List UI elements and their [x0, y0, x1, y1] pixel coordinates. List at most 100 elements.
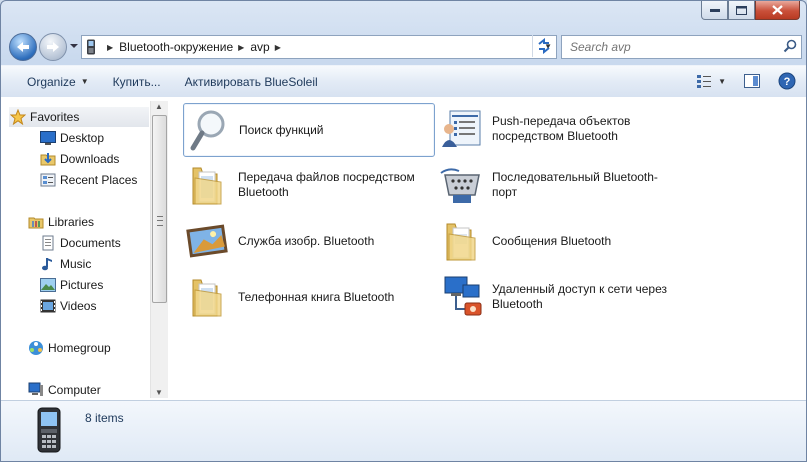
close-button[interactable]	[755, 1, 800, 20]
nav-libraries[interactable]: Libraries	[27, 212, 94, 232]
phone-device-icon	[37, 407, 61, 453]
tile-label: Сообщения Bluetooth	[492, 233, 612, 248]
nav-videos[interactable]: Videos	[39, 296, 96, 316]
nav-music[interactable]: Music	[39, 254, 91, 274]
homegroup-icon	[27, 340, 45, 356]
tile-messages[interactable]: Сообщения Bluetooth	[437, 215, 687, 267]
breadcrumb-separator[interactable]: ▶	[233, 43, 250, 52]
search-icon[interactable]	[783, 39, 797, 53]
view-dropdown-icon[interactable]: ▼	[718, 77, 726, 86]
refresh-icon	[538, 38, 550, 54]
tile-service-search[interactable]: Поиск функций	[183, 103, 435, 157]
nav-documents[interactable]: Documents	[39, 233, 121, 253]
tile-dialup-network[interactable]: Удаленный доступ к сети через Bluetooth	[437, 271, 687, 323]
maximize-button[interactable]	[728, 1, 755, 20]
downloads-icon	[39, 151, 57, 167]
tile-phonebook[interactable]: Телефонная книга Bluetooth	[183, 271, 433, 323]
forward-arrow-icon	[47, 42, 59, 52]
tile-label: Телефонная книга Bluetooth	[238, 289, 395, 304]
magnifier-icon	[184, 104, 234, 156]
folder-icon	[437, 215, 487, 267]
toolbar-right-group: ▼ ?	[682, 72, 796, 90]
search-input[interactable]	[568, 39, 772, 55]
preview-pane-button[interactable]	[744, 74, 760, 88]
refresh-button[interactable]	[532, 35, 555, 57]
help-icon: ?	[778, 72, 796, 90]
preview-pane-icon	[744, 74, 760, 88]
tile-label: Передача файлов посредством Bluetooth	[238, 170, 415, 199]
explorer-window: ▶ Bluetooth-окружение ▶ avp ▶ ▼ Organize…	[0, 0, 807, 462]
serial-port-icon	[437, 159, 487, 211]
breadcrumb-separator[interactable]: ▶	[102, 43, 119, 52]
nav-favorites[interactable]: Favorites	[9, 107, 149, 127]
nav-downloads[interactable]: Downloads	[39, 149, 119, 169]
tile-label: Служба изобр. Bluetooth	[238, 233, 375, 248]
svg-text:?: ?	[784, 76, 791, 88]
scroll-down-icon[interactable]: ▼	[155, 388, 163, 397]
recent-pages-dropdown-icon[interactable]	[69, 41, 79, 51]
search-box[interactable]	[561, 35, 802, 59]
caption-buttons	[701, 1, 800, 20]
status-bar: 8 items	[1, 400, 806, 461]
documents-icon	[39, 235, 57, 251]
nav-computer-label: Computer	[48, 383, 101, 397]
star-icon	[9, 109, 27, 125]
libraries-icon	[27, 214, 45, 230]
nav-pane-scrollbar[interactable]: ▲ ▼	[150, 101, 168, 398]
buy-button[interactable]: Купить...	[101, 66, 173, 97]
organize-label: Organize	[27, 74, 76, 89]
tile-file-transfer[interactable]: Передача файлов посредством Bluetooth	[183, 159, 433, 211]
image-service-icon	[183, 215, 233, 267]
change-view-button[interactable]: ▼	[696, 74, 726, 88]
file-list: Поиск функций Push-передача объектов пос…	[173, 97, 806, 400]
push-object-icon	[437, 103, 487, 155]
nav-homegroup[interactable]: Homegroup	[27, 338, 111, 358]
recent-places-icon	[39, 172, 57, 188]
back-arrow-icon	[17, 42, 29, 52]
address-bar[interactable]: ▶ Bluetooth-окружение ▶ avp ▶ ▼	[81, 35, 557, 59]
activate-label: Активировать BlueSoleil	[184, 74, 318, 89]
maximize-icon	[736, 5, 747, 15]
nav-pictures-label: Pictures	[60, 278, 104, 292]
nav-desktop-label: Desktop	[60, 131, 105, 145]
nav-computer[interactable]: Computer	[27, 380, 101, 398]
close-icon	[772, 5, 783, 15]
chevron-down-icon: ▼	[80, 77, 89, 86]
nav-downloads-label: Downloads	[60, 152, 120, 166]
tile-label: Push-передача объектов посредством Bluet…	[492, 114, 631, 143]
dialup-network-icon	[437, 271, 487, 323]
tile-label: Поиск функций	[239, 122, 324, 137]
organize-button[interactable]: Organize ▼	[1, 66, 101, 97]
nav-libraries-label: Libraries	[48, 215, 95, 229]
help-button[interactable]: ?	[778, 72, 796, 90]
breadcrumb-separator[interactable]: ▶	[270, 43, 287, 52]
forward-button[interactable]	[39, 33, 67, 61]
minimize-button[interactable]	[701, 1, 728, 20]
breadcrumb-avp[interactable]: avp	[250, 36, 269, 58]
tile-push-object[interactable]: Push-передача объектов посредством Bluet…	[437, 103, 687, 155]
nav-pictures[interactable]: Pictures	[39, 275, 103, 295]
view-options-icon	[697, 75, 712, 88]
videos-icon	[39, 299, 57, 313]
tile-label: Последовательный Bluetooth-порт	[492, 170, 658, 199]
nav-music-label: Music	[60, 257, 92, 271]
activate-bluesoleil-button[interactable]: Активировать BlueSoleil	[173, 66, 330, 97]
nav-documents-label: Documents	[60, 236, 121, 250]
pictures-icon	[39, 278, 57, 292]
breadcrumb-bluetooth[interactable]: Bluetooth-окружение	[119, 36, 233, 58]
tile-serial-port[interactable]: Последовательный Bluetooth-порт	[437, 159, 687, 211]
nav-homegroup-label: Homegroup	[48, 341, 111, 355]
item-count: 8 items	[85, 411, 124, 425]
nav-recent-places[interactable]: Recent Places	[39, 170, 137, 190]
back-button[interactable]	[9, 33, 37, 61]
scroll-up-icon[interactable]: ▲	[155, 102, 163, 111]
scrollbar-thumb[interactable]	[152, 115, 167, 303]
phone-device-icon	[86, 39, 102, 55]
desktop-icon	[39, 131, 57, 145]
tile-image-service[interactable]: Служба изобр. Bluetooth	[183, 215, 433, 267]
tile-label: Удаленный доступ к сети через Bluetooth	[492, 282, 667, 311]
navigation-pane: Favorites Desktop Downloads Recent Place…	[9, 101, 164, 398]
folder-icon	[183, 159, 233, 211]
nav-desktop[interactable]: Desktop	[39, 128, 104, 148]
folder-icon	[183, 271, 233, 323]
